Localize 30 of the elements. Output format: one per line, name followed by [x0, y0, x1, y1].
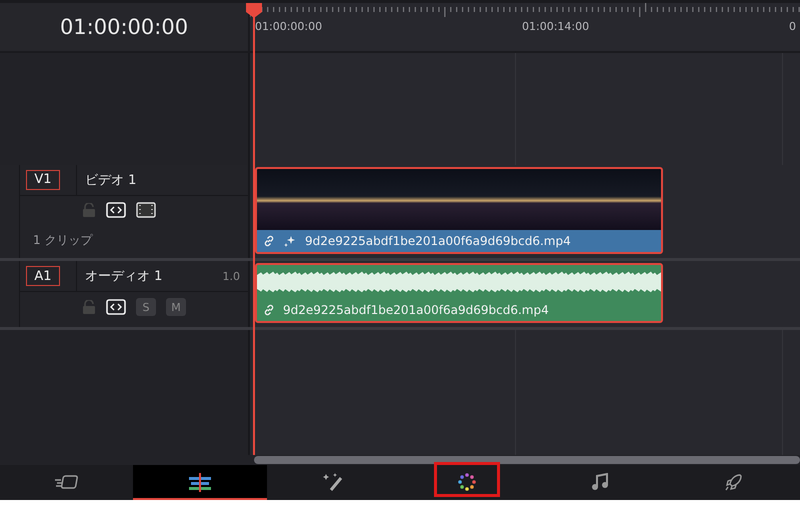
film-strip-icon[interactable]: [136, 202, 156, 218]
media-pool-icon: [54, 472, 80, 491]
audio-clip[interactable]: 9d2e9225abdf1be201a00f6a9d69bcd6.mp4: [255, 263, 663, 324]
code-brackets-icon[interactable]: [106, 299, 126, 316]
code-brackets-icon[interactable]: [106, 202, 126, 218]
ruler-timecode: 0: [789, 19, 797, 33]
track-name: ビデオ 1: [76, 164, 248, 195]
rocket-icon: [723, 472, 744, 492]
video-clip[interactable]: 9d2e9225abdf1be201a00f6a9d69bcd6.mp4: [255, 166, 663, 254]
scrollbar-thumb[interactable]: [254, 456, 800, 464]
music-note-icon: [590, 472, 609, 491]
link-icon: [263, 304, 275, 316]
link-icon: [263, 235, 275, 248]
ruler-timecode: 01:00:14:00: [522, 19, 590, 33]
solo-button[interactable]: S: [136, 298, 156, 316]
clip-count: 1 クリップ: [32, 232, 94, 249]
magic-wand-icon: [322, 472, 344, 492]
track-name: オーディオ 1: [76, 261, 222, 292]
track-label[interactable]: V1: [26, 170, 60, 190]
page-tab[interactable]: [133, 465, 267, 500]
ruler-timecode: 01:00:00:00: [255, 19, 324, 33]
mute-button[interactable]: M: [166, 298, 186, 316]
sparkle-icon: [283, 234, 297, 248]
track-label[interactable]: A1: [26, 266, 60, 286]
highlight-frame: [434, 462, 500, 498]
color-wheel-icon: [456, 472, 477, 492]
clip-name: 9d2e9225abdf1be201a00f6a9d69bcd6.mp4: [305, 234, 571, 248]
track-volume: 1.0: [222, 270, 240, 283]
clip-name: 9d2e9225abdf1be201a00f6a9d69bcd6.mp4: [283, 303, 549, 318]
timeline-edit-icon: [186, 472, 213, 492]
